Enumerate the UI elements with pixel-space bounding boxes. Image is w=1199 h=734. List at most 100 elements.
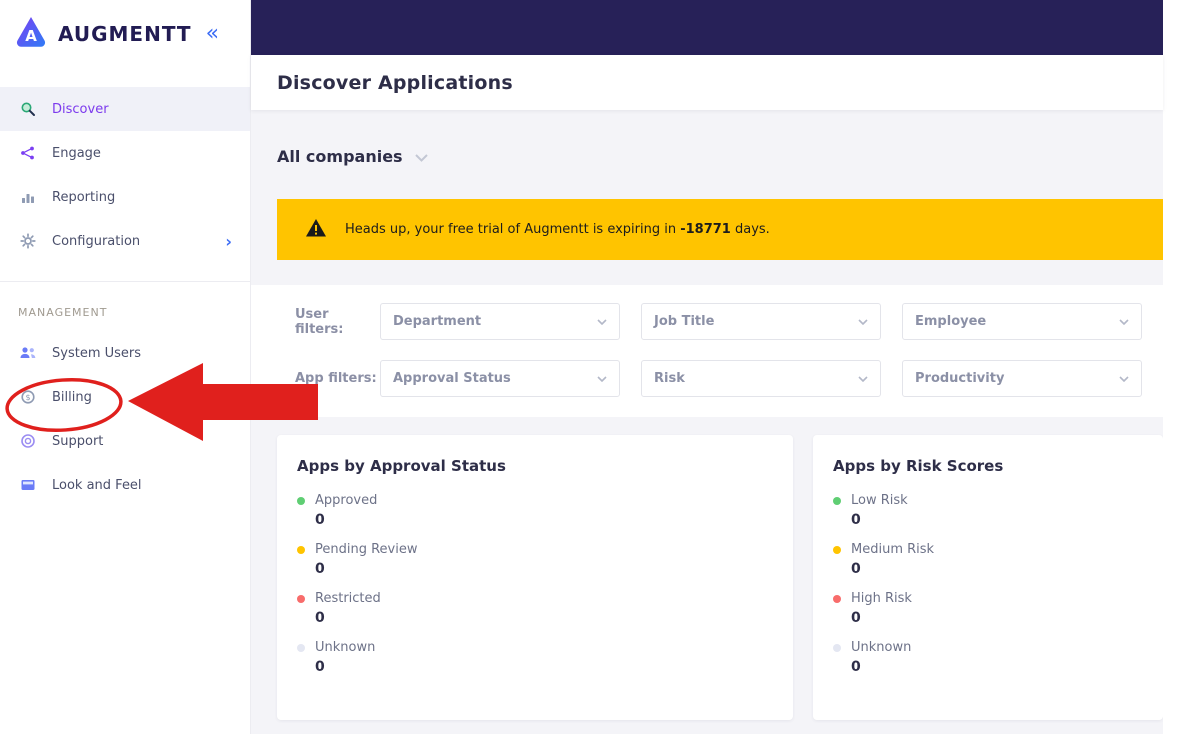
select-placeholder: Approval Status [393,371,511,386]
legend-item-low-risk: Low Risk 0 [833,493,1143,528]
employee-select[interactable]: Employee [902,303,1142,340]
user-filters-row: User filters: Department Job Title Emplo… [295,303,1163,340]
sidebar-item-engage[interactable]: Engage [0,131,250,175]
trial-expiry-banner: Heads up, your free trial of Augmentt is… [277,199,1163,260]
legend-label: Unknown [315,640,376,655]
summary-cards-row: Apps by Approval Status Approved 0 Pendi… [251,417,1163,720]
chevron-down-icon [1119,371,1129,386]
legend-value: 0 [851,610,861,626]
productivity-select[interactable]: Productivity [902,360,1142,397]
management-section-label: MANAGEMENT [18,306,108,319]
legend-item-restricted: Restricted 0 [297,591,773,626]
status-dot [297,496,305,505]
chevron-down-icon [597,314,607,329]
chevron-down-icon [414,147,428,166]
apps-by-approval-status-card: Apps by Approval Status Approved 0 Pendi… [277,435,793,720]
select-placeholder: Risk [654,371,685,386]
users-icon [18,345,38,361]
sidebar-item-configuration[interactable]: Configuration › [0,219,250,263]
augmentt-logo-icon: A [14,15,48,53]
legend-label: Restricted [315,591,381,606]
status-dot [833,594,841,603]
main-area: Discover Applications All companies Head… [251,0,1163,734]
department-select[interactable]: Department [380,303,620,340]
chevron-down-icon [597,371,607,386]
status-dot [297,545,305,554]
filters-panel: User filters: Department Job Title Emplo… [251,285,1163,417]
search-icon [18,101,38,117]
sidebar-item-label: Look and Feel [52,477,142,493]
legend-label: Low Risk [851,493,908,508]
select-placeholder: Department [393,314,482,329]
page-content: All companies Heads up, your free trial … [251,110,1163,734]
bar-chart-icon [18,189,38,205]
sidebar-item-label: Support [52,433,104,449]
legend-value: 0 [851,659,861,675]
company-filter-dropdown[interactable]: All companies [251,110,1163,170]
chevron-right-icon: › [225,231,232,251]
sidebar-item-label: Reporting [52,189,116,205]
trial-banner-message: Heads up, your free trial of Augmentt is… [345,222,770,237]
primary-nav: Discover Engage Reporting Configuration … [0,87,250,263]
share-network-icon [18,145,38,161]
sidebar-item-label: Discover [52,101,109,117]
svg-text:A: A [25,27,37,45]
sidebar-item-reporting[interactable]: Reporting [0,175,250,219]
status-dot [297,643,305,652]
gear-icon [18,233,38,249]
management-section: MANAGEMENT System Users $ Billing Suppor… [0,281,250,507]
select-placeholder: Productivity [915,371,1005,386]
sidebar-collapse-icon[interactable]: « [206,22,219,45]
theme-image-icon [18,477,38,493]
sidebar-item-discover[interactable]: Discover [0,87,250,131]
chevron-down-icon [1119,314,1129,329]
chevron-down-icon [858,371,868,386]
sidebar-item-billing[interactable]: $ Billing [0,375,250,419]
app-filters-row: App filters: Approval Status Risk Produc… [295,360,1163,397]
sidebar-item-label: Configuration [52,233,141,249]
legend-label: High Risk [851,591,912,606]
sidebar-item-label: Engage [52,145,101,161]
job-title-select[interactable]: Job Title [641,303,881,340]
approval-status-select[interactable]: Approval Status [380,360,620,397]
legend-item-approved: Approved 0 [297,493,773,528]
apps-by-risk-scores-card: Apps by Risk Scores Low Risk 0 Medium Ri… [813,435,1163,720]
billing-icon: $ [18,389,38,405]
sidebar-item-support[interactable]: Support [0,419,250,463]
legend-item-unknown: Unknown 0 [297,640,773,675]
status-dot [833,643,841,652]
risk-select[interactable]: Risk [641,360,881,397]
top-navbar [251,0,1163,55]
warning-triangle-icon [305,218,327,242]
card-title: Apps by Approval Status [297,457,506,475]
legend-item-medium-risk: Medium Risk 0 [833,542,1143,577]
status-dot [833,545,841,554]
sidebar-item-label: System Users [52,345,142,361]
legend-item-unknown: Unknown 0 [833,640,1143,675]
legend-value: 0 [315,659,325,675]
legend-value: 0 [851,512,861,528]
legend-label: Pending Review [315,542,418,557]
legend-label: Medium Risk [851,542,935,557]
card-title: Apps by Risk Scores [833,457,1004,475]
legend-label: Unknown [851,640,912,655]
sidebar-item-system-users[interactable]: System Users [0,331,250,375]
status-dot [297,594,305,603]
chevron-down-icon [858,314,868,329]
svg-text:$: $ [25,393,30,402]
legend-item-high-risk: High Risk 0 [833,591,1143,626]
brand-header: A AUGMENTT « [0,0,250,61]
app-filters-label: App filters: [295,371,377,386]
support-lifebuoy-icon [18,433,38,449]
trial-days-remaining: -18771 [680,222,731,237]
legend-value: 0 [851,561,861,577]
legend-value: 0 [315,610,325,626]
legend-value: 0 [315,512,325,528]
status-dot [833,496,841,505]
sidebar-item-label: Billing [52,389,92,405]
brand-name: AUGMENTT [58,21,192,46]
sidebar-item-look-and-feel[interactable]: Look and Feel [0,463,250,507]
app-window: A AUGMENTT « Discover Engage Reporting C… [0,0,1199,734]
select-placeholder: Employee [915,314,987,329]
page-title: Discover Applications [277,71,513,94]
